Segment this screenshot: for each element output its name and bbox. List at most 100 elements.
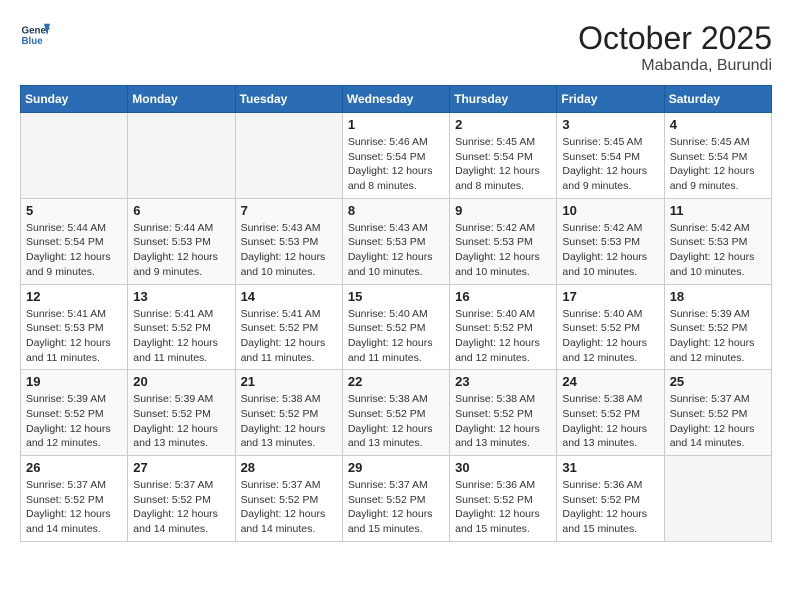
calendar-day-cell: 17 Sunrise: 5:40 AMSunset: 5:52 PMDayligh… bbox=[557, 284, 664, 370]
calendar-day-cell: 31 Sunrise: 5:36 AMSunset: 5:52 PMDayligh… bbox=[557, 456, 664, 542]
calendar-day-cell: 21 Sunrise: 5:38 AMSunset: 5:52 PMDayligh… bbox=[235, 370, 342, 456]
day-info: Sunrise: 5:40 AMSunset: 5:52 PMDaylight:… bbox=[562, 307, 658, 366]
day-number: 10 bbox=[562, 203, 658, 218]
day-info: Sunrise: 5:42 AMSunset: 5:53 PMDaylight:… bbox=[562, 221, 658, 280]
weekday-header-cell: Saturday bbox=[664, 86, 771, 113]
day-number: 28 bbox=[241, 460, 337, 475]
day-number: 11 bbox=[670, 203, 766, 218]
calendar-day-cell: 7Sunrise: 5:43 AMSunset: 5:53 PMDaylight… bbox=[235, 198, 342, 284]
day-info: Sunrise: 5:39 AMSunset: 5:52 PMDaylight:… bbox=[26, 392, 122, 451]
day-info: Sunrise: 5:37 AMSunset: 5:52 PMDaylight:… bbox=[348, 478, 444, 537]
day-number: 14 bbox=[241, 289, 337, 304]
calendar-day-cell: 1 Sunrise: 5:46 AMSunset: 5:54 PMDaylight… bbox=[342, 113, 449, 199]
day-info: Sunrise: 5:45 AMSunset: 5:54 PMDaylight:… bbox=[562, 135, 658, 194]
calendar-table: SundayMondayTuesdayWednesdayThursdayFrid… bbox=[20, 85, 772, 542]
calendar-week-row: 5 Sunrise: 5:44 AMSunset: 5:54 PMDaylight… bbox=[21, 198, 772, 284]
day-info: Sunrise: 5:38 AMSunset: 5:52 PMDaylight:… bbox=[348, 392, 444, 451]
calendar-week-row: 1 Sunrise: 5:46 AMSunset: 5:54 PMDaylight… bbox=[21, 113, 772, 199]
day-info: Sunrise: 5:44 AMSunset: 5:54 PMDaylight:… bbox=[26, 221, 122, 280]
calendar-day-cell: 16 Sunrise: 5:40 AMSunset: 5:52 PMDayligh… bbox=[450, 284, 557, 370]
calendar-day-cell: 11 Sunrise: 5:42 AMSunset: 5:53 PMDayligh… bbox=[664, 198, 771, 284]
day-info: Sunrise: 5:38 AMSunset: 5:52 PMDaylight:… bbox=[241, 392, 337, 451]
day-number: 27 bbox=[133, 460, 229, 475]
day-number: 4 bbox=[670, 117, 766, 132]
calendar-day-cell: 4Sunrise: 5:45 AMSunset: 5:54 PMDaylight… bbox=[664, 113, 771, 199]
calendar-day-cell: 28 Sunrise: 5:37 AMSunset: 5:52 PMDayligh… bbox=[235, 456, 342, 542]
day-number: 22 bbox=[348, 374, 444, 389]
day-info: Sunrise: 5:40 AMSunset: 5:52 PMDaylight:… bbox=[455, 307, 551, 366]
day-number: 17 bbox=[562, 289, 658, 304]
calendar-day-cell: 6 Sunrise: 5:44 AMSunset: 5:53 PMDaylight… bbox=[128, 198, 235, 284]
day-info: Sunrise: 5:44 AMSunset: 5:53 PMDaylight:… bbox=[133, 221, 229, 280]
calendar-day-cell: 9 Sunrise: 5:42 AMSunset: 5:53 PMDaylight… bbox=[450, 198, 557, 284]
day-number: 16 bbox=[455, 289, 551, 304]
calendar-day-cell: 24 Sunrise: 5:38 AMSunset: 5:52 PMDayligh… bbox=[557, 370, 664, 456]
day-info: Sunrise: 5:43 AMSunset: 5:53 PMDaylight:… bbox=[241, 221, 337, 280]
day-number: 24 bbox=[562, 374, 658, 389]
weekday-header-cell: Wednesday bbox=[342, 86, 449, 113]
weekday-header-cell: Tuesday bbox=[235, 86, 342, 113]
calendar-day-cell: 10 Sunrise: 5:42 AMSunset: 5:53 PMDayligh… bbox=[557, 198, 664, 284]
calendar-day-cell: 20Sunrise: 5:39 AMSunset: 5:52 PMDayligh… bbox=[128, 370, 235, 456]
calendar-week-row: 19 Sunrise: 5:39 AMSunset: 5:52 PMDayligh… bbox=[21, 370, 772, 456]
weekday-header-cell: Friday bbox=[557, 86, 664, 113]
calendar-day-cell: 12 Sunrise: 5:41 AMSunset: 5:53 PMDayligh… bbox=[21, 284, 128, 370]
svg-text:Blue: Blue bbox=[22, 36, 44, 47]
calendar-day-cell: 30Sunrise: 5:36 AMSunset: 5:52 PMDayligh… bbox=[450, 456, 557, 542]
calendar-day-cell bbox=[664, 456, 771, 542]
day-info: Sunrise: 5:38 AMSunset: 5:52 PMDaylight:… bbox=[455, 392, 551, 451]
day-info: Sunrise: 5:37 AMSunset: 5:52 PMDaylight:… bbox=[133, 478, 229, 537]
calendar-day-cell: 14Sunrise: 5:41 AMSunset: 5:52 PMDayligh… bbox=[235, 284, 342, 370]
day-number: 18 bbox=[670, 289, 766, 304]
day-number: 12 bbox=[26, 289, 122, 304]
day-number: 9 bbox=[455, 203, 551, 218]
month-title: October 2025 bbox=[578, 20, 772, 57]
calendar-day-cell: 26 Sunrise: 5:37 AMSunset: 5:52 PMDayligh… bbox=[21, 456, 128, 542]
calendar-day-cell: 27 Sunrise: 5:37 AMSunset: 5:52 PMDayligh… bbox=[128, 456, 235, 542]
calendar-body: 1 Sunrise: 5:46 AMSunset: 5:54 PMDaylight… bbox=[21, 113, 772, 542]
day-info: Sunrise: 5:37 AMSunset: 5:52 PMDaylight:… bbox=[670, 392, 766, 451]
day-number: 3 bbox=[562, 117, 658, 132]
day-number: 8 bbox=[348, 203, 444, 218]
day-number: 29 bbox=[348, 460, 444, 475]
day-number: 5 bbox=[26, 203, 122, 218]
calendar-day-cell: 29 Sunrise: 5:37 AMSunset: 5:52 PMDayligh… bbox=[342, 456, 449, 542]
calendar-day-cell: 23 Sunrise: 5:38 AMSunset: 5:52 PMDayligh… bbox=[450, 370, 557, 456]
day-number: 19 bbox=[26, 374, 122, 389]
day-info: Sunrise: 5:37 AMSunset: 5:52 PMDaylight:… bbox=[26, 478, 122, 537]
day-info: Sunrise: 5:45 AMSunset: 5:54 PMDaylight:… bbox=[455, 135, 551, 194]
calendar-day-cell: 25 Sunrise: 5:37 AMSunset: 5:52 PMDayligh… bbox=[664, 370, 771, 456]
calendar-day-cell: 18Sunrise: 5:39 AMSunset: 5:52 PMDayligh… bbox=[664, 284, 771, 370]
calendar-day-cell: 13Sunrise: 5:41 AMSunset: 5:52 PMDayligh… bbox=[128, 284, 235, 370]
day-number: 15 bbox=[348, 289, 444, 304]
day-number: 1 bbox=[348, 117, 444, 132]
calendar-day-cell: 15 Sunrise: 5:40 AMSunset: 5:52 PMDayligh… bbox=[342, 284, 449, 370]
day-number: 23 bbox=[455, 374, 551, 389]
logo: General Blue bbox=[20, 20, 50, 50]
weekday-header-cell: Monday bbox=[128, 86, 235, 113]
day-info: Sunrise: 5:43 AMSunset: 5:53 PMDaylight:… bbox=[348, 221, 444, 280]
day-info: Sunrise: 5:46 AMSunset: 5:54 PMDaylight:… bbox=[348, 135, 444, 194]
day-info: Sunrise: 5:38 AMSunset: 5:52 PMDaylight:… bbox=[562, 392, 658, 451]
calendar-day-cell: 2 Sunrise: 5:45 AMSunset: 5:54 PMDaylight… bbox=[450, 113, 557, 199]
calendar-day-cell bbox=[21, 113, 128, 199]
calendar-day-cell: 22 Sunrise: 5:38 AMSunset: 5:52 PMDayligh… bbox=[342, 370, 449, 456]
day-info: Sunrise: 5:40 AMSunset: 5:52 PMDaylight:… bbox=[348, 307, 444, 366]
day-info: Sunrise: 5:37 AMSunset: 5:52 PMDaylight:… bbox=[241, 478, 337, 537]
calendar-day-cell: 5 Sunrise: 5:44 AMSunset: 5:54 PMDaylight… bbox=[21, 198, 128, 284]
day-info: Sunrise: 5:41 AMSunset: 5:53 PMDaylight:… bbox=[26, 307, 122, 366]
day-number: 21 bbox=[241, 374, 337, 389]
day-info: Sunrise: 5:42 AMSunset: 5:53 PMDaylight:… bbox=[670, 221, 766, 280]
day-number: 2 bbox=[455, 117, 551, 132]
page-header: General Blue October 2025 Mabanda, Burun… bbox=[20, 20, 772, 75]
location-title: Mabanda, Burundi bbox=[578, 57, 772, 75]
calendar-day-cell: 8 Sunrise: 5:43 AMSunset: 5:53 PMDaylight… bbox=[342, 198, 449, 284]
day-number: 26 bbox=[26, 460, 122, 475]
weekday-header-cell: Sunday bbox=[21, 86, 128, 113]
day-number: 25 bbox=[670, 374, 766, 389]
day-number: 31 bbox=[562, 460, 658, 475]
day-number: 6 bbox=[133, 203, 229, 218]
day-info: Sunrise: 5:42 AMSunset: 5:53 PMDaylight:… bbox=[455, 221, 551, 280]
logo-icon: General Blue bbox=[20, 20, 50, 50]
day-info: Sunrise: 5:36 AMSunset: 5:52 PMDaylight:… bbox=[562, 478, 658, 537]
